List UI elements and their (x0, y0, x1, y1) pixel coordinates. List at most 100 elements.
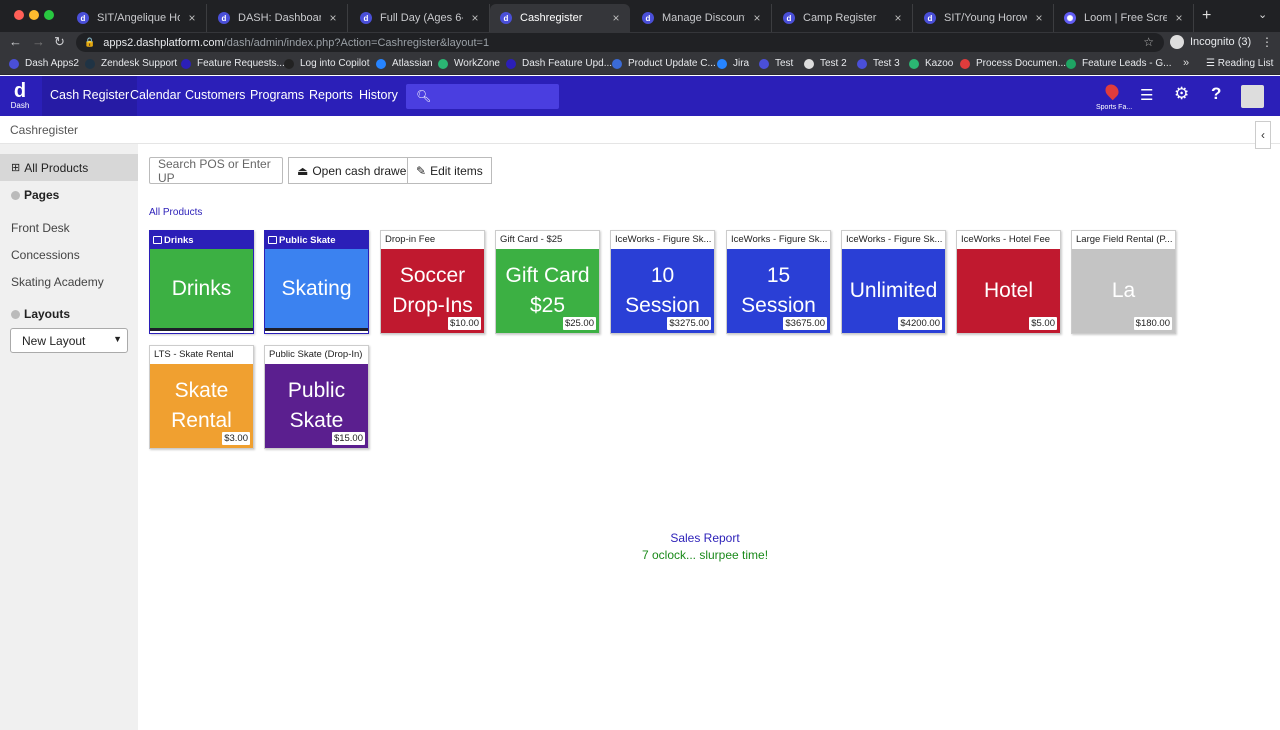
browser-tab[interactable]: d SIT/Angelique Horowitz × (67, 4, 207, 32)
nav-history[interactable]: History (359, 88, 398, 102)
sidebar-item-skating-academy[interactable]: Skating Academy (11, 275, 104, 289)
avatar[interactable] (1241, 85, 1264, 108)
bookmark-item[interactable]: Jira (717, 58, 749, 69)
bookmark-label: Log into Copilot (300, 58, 370, 69)
sales-report-title[interactable]: Sales Report (560, 531, 850, 545)
product-tile[interactable]: IceWorks - Figure Sk... Unlimited $4200.00 (841, 230, 946, 334)
bookmark-item[interactable]: Product Update C... (612, 58, 716, 69)
nav-calendar[interactable]: Calendar (130, 88, 181, 102)
bookmark-label: Feature Leads - G... (1082, 58, 1172, 69)
sidebar-item-all-products[interactable]: ⊞ All Products (0, 154, 138, 181)
nav-cash-register[interactable]: Cash Register (42, 76, 138, 116)
bookmark-item[interactable]: Atlassian (376, 58, 433, 69)
product-folder-tile[interactable]: Public Skate Skating (264, 230, 369, 334)
browser-tab[interactable]: d SIT/Young Horowitz × (914, 4, 1054, 32)
bookmark-item[interactable]: Feature Leads - G... (1066, 58, 1172, 69)
window-minimize-button[interactable] (29, 10, 39, 20)
tab-close-icon[interactable]: × (751, 11, 763, 25)
product-tile[interactable]: IceWorks - Figure Sk... 10 Session $3275.0… (610, 230, 715, 334)
product-tile[interactable]: IceWorks - Hotel Fee Hotel $5.00 (956, 230, 1061, 334)
sitemap-icon: ⊞ (11, 162, 21, 174)
browser-tab-bar: d SIT/Angelique Horowitz × d DASH: Dashboard… (0, 0, 1280, 32)
tile-price: $3275.00 (667, 317, 711, 330)
sidebar: ⊞ All Products Pages Front Desk Concessi… (0, 144, 138, 730)
browser-tab[interactable]: d DASH: Dashboard × (208, 4, 348, 32)
gear-icon[interactable]: ⚙ (1174, 84, 1189, 104)
bookmark-item[interactable]: Kazoo (909, 58, 953, 69)
layout-select[interactable]: New Layout ▼ (10, 328, 128, 353)
tile-header: Drop-in Fee (381, 231, 484, 249)
browser-tab[interactable]: d Cashregister × (490, 4, 630, 32)
tab-close-icon[interactable]: × (1173, 11, 1185, 25)
address-bar[interactable]: 🔒 apps2.dashplatform.com/dash/admin/inde… (76, 33, 1164, 52)
bookmark-item[interactable]: Process Documen... (960, 58, 1066, 69)
bookmark-item[interactable]: Test 3 (857, 58, 900, 69)
product-tile[interactable]: Gift Card - $25 Gift Card $25 $25.00 (495, 230, 600, 334)
nav-customers[interactable]: Customers (185, 88, 245, 102)
nav-programs[interactable]: Programs (250, 88, 304, 102)
bookmark-item[interactable]: Zendesk Support (85, 58, 177, 69)
browser-menu-icon[interactable]: ⋮ (1261, 35, 1273, 49)
bookmark-item[interactable]: Dash Feature Upd... (506, 58, 612, 69)
tile-header: Gift Card - $25 (496, 231, 599, 249)
bookmark-favicon-icon (284, 58, 294, 69)
app-search-input[interactable]: 🔍︎ (406, 84, 559, 109)
pos-search-input[interactable]: Search POS or Enter UP (149, 156, 283, 185)
bookmark-item[interactable]: Feature Requests... (181, 58, 285, 69)
dash-logo[interactable]: d Dash (8, 80, 32, 110)
tab-close-icon[interactable]: × (892, 11, 904, 25)
sidebar-item-front-desk[interactable]: Front Desk (11, 221, 70, 235)
product-folder-tile[interactable]: Drinks Drinks (149, 230, 254, 334)
product-tile[interactable]: LTS - Skate Rental Skate Rental $3.00 (149, 345, 254, 449)
tile-header: IceWorks - Figure Sk... (727, 231, 830, 249)
browser-tab-title: Cashregister (520, 12, 583, 24)
tile-header-label: Drop-in Fee (385, 234, 436, 245)
dash-favicon-icon: d (360, 12, 372, 24)
all-products-link[interactable]: All Products (149, 207, 202, 218)
product-tile[interactable]: Public Skate (Drop-In) Public Skate $15.00 (264, 345, 369, 449)
window-close-button[interactable] (14, 10, 24, 20)
reading-list-button[interactable]: ☰ Reading List (1206, 58, 1273, 69)
incognito-badge[interactable]: Incognito (3) (1170, 35, 1251, 49)
edit-items-button[interactable]: ✎ Edit items (407, 157, 492, 184)
browser-tab[interactable]: d Camp Register × (773, 4, 913, 32)
back-arrow-icon[interactable]: ← (9, 34, 22, 49)
tile-header-label: IceWorks - Hotel Fee (961, 234, 1051, 245)
bookmark-favicon-icon (612, 58, 622, 69)
sidebar-item-concessions[interactable]: Concessions (11, 248, 80, 262)
reload-icon[interactable]: ↻ (54, 34, 65, 50)
bookmarks-overflow-icon[interactable]: » (1183, 57, 1189, 69)
location-pin-icon[interactable] (1102, 81, 1122, 101)
tab-close-icon[interactable]: × (186, 11, 198, 25)
product-tile[interactable]: Large Field Rental (P... La $180.00 (1071, 230, 1176, 334)
new-tab-button[interactable]: + (1202, 7, 1211, 25)
bookmark-star-icon[interactable]: ☆ (1143, 35, 1154, 49)
tab-close-icon[interactable]: × (327, 11, 339, 25)
bookmark-favicon-icon (857, 58, 867, 69)
browser-tab-title: SIT/Angelique Horowitz (97, 12, 180, 24)
tab-close-icon[interactable]: × (1033, 11, 1045, 25)
pos-search-placeholder: Search POS or Enter UP (158, 156, 271, 185)
bookmark-item[interactable]: Dash Apps2 (9, 58, 79, 69)
bookmark-item[interactable]: WorkZone (438, 58, 500, 69)
panel-collapse-chevron-icon[interactable]: ‹ (1255, 121, 1271, 149)
bookmark-item[interactable]: Log into Copilot (284, 58, 370, 69)
window-zoom-button[interactable] (44, 10, 54, 20)
browser-tab-title: SIT/Young Horowitz (944, 12, 1027, 24)
breadcrumb-label: Cashregister (10, 123, 79, 137)
bookmark-item[interactable]: Test 2 (804, 58, 847, 69)
tab-search-chevron-icon[interactable]: ⌄ (1258, 8, 1267, 21)
browser-tab[interactable]: d Full Day (Ages 6-10) × (350, 4, 490, 32)
bookmark-item[interactable]: Test (759, 58, 793, 69)
checklist-icon[interactable]: ☰ (1140, 86, 1153, 104)
open-cash-drawer-button[interactable]: ⏏ Open cash drawer (288, 157, 420, 184)
forward-arrow-icon[interactable]: → (32, 34, 45, 49)
tab-close-icon[interactable]: × (610, 11, 622, 25)
help-icon[interactable]: ? (1211, 84, 1221, 104)
browser-tab[interactable]: ✺ Loom | Free Screen & Vid × (1054, 4, 1194, 32)
tab-close-icon[interactable]: × (469, 11, 481, 25)
nav-reports[interactable]: Reports (309, 88, 353, 102)
product-tile[interactable]: IceWorks - Figure Sk... 15 Session $3675.0… (726, 230, 831, 334)
product-tile[interactable]: Drop-in Fee Soccer Drop-Ins $10.00 (380, 230, 485, 334)
browser-tab[interactable]: d Manage Discounts × (632, 4, 772, 32)
